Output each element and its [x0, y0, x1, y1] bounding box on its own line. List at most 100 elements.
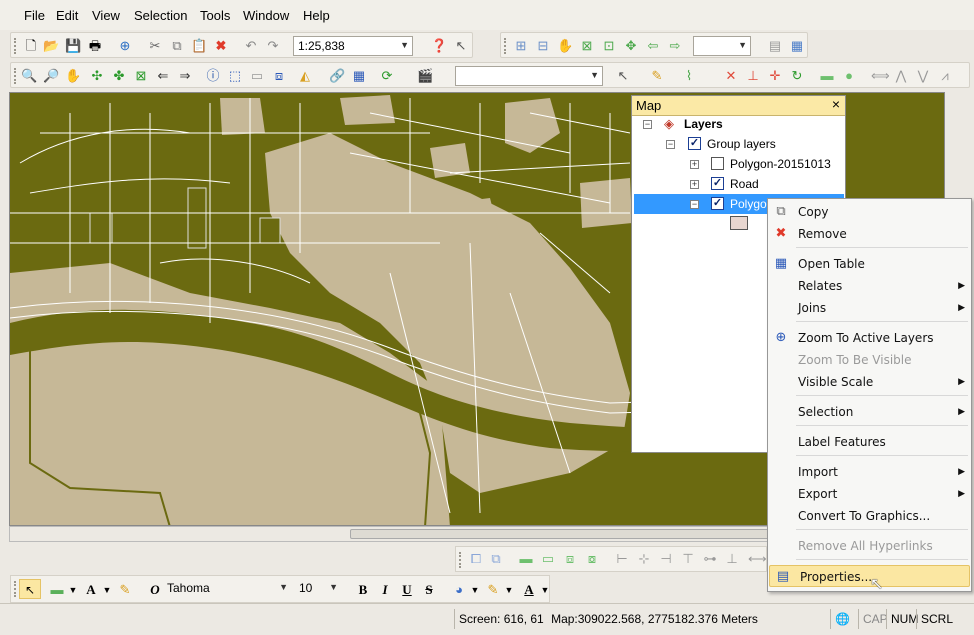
strikethrough-button[interactable]: S	[421, 582, 437, 598]
clear-selection-icon[interactable]: ▭	[249, 68, 265, 84]
chevron-down-icon[interactable]: ▼	[467, 582, 483, 598]
chevron-down-icon[interactable]: ▼	[65, 582, 81, 598]
toolbar-grip[interactable]	[459, 552, 462, 568]
menu-tools[interactable]: Tools	[200, 8, 230, 23]
edit-tool-icon[interactable]: ↖	[615, 68, 631, 84]
text-tool-icon[interactable]: A	[83, 582, 99, 598]
close-icon[interactable]: ×	[832, 96, 840, 112]
toolbar-grip[interactable]	[504, 38, 507, 54]
collapse-icon[interactable]: −	[666, 140, 675, 149]
flip-icon[interactable]: ⟺	[871, 68, 890, 84]
pan-icon[interactable]: ✋	[65, 68, 81, 84]
rotate-icon[interactable]: ↻	[789, 68, 805, 84]
grid-icon[interactable]: ▦	[351, 68, 367, 84]
layer-visibility-checkbox[interactable]: ✓	[711, 197, 724, 210]
legend-swatch[interactable]	[730, 216, 748, 230]
toolbar-grip[interactable]	[14, 581, 17, 597]
menu-item-label-features[interactable]: Label Features	[768, 431, 971, 453]
font-name-combo[interactable]: Tahoma ▼	[163, 579, 291, 599]
new-text-icon[interactable]: ✎	[117, 582, 133, 598]
menu-item-convert-to-graphics[interactable]: Convert To Graphics...	[768, 505, 971, 527]
collapse-icon[interactable]: −	[690, 200, 699, 209]
full-extent-icon[interactable]: ⊠	[579, 38, 595, 54]
italic-button[interactable]: I	[377, 582, 393, 598]
print-icon[interactable]: 🖶	[87, 38, 103, 54]
cut-icon[interactable]: ✂	[147, 38, 163, 54]
menu-view[interactable]: View	[92, 8, 120, 23]
menu-item-copy[interactable]: ⧉ Copy	[768, 201, 971, 223]
union-icon[interactable]: ⩘	[937, 68, 953, 84]
save-icon[interactable]: 💾	[65, 38, 81, 54]
bring-front-icon[interactable]: ▬	[518, 551, 534, 567]
whats-this-icon[interactable]: ↖	[453, 38, 469, 54]
send-back-icon[interactable]: ▭	[540, 551, 556, 567]
copy-toolbar-icon[interactable]: ⧉	[169, 38, 185, 54]
fixed-zoom-in-icon[interactable]: ⊞	[513, 38, 529, 54]
tree-node-layers[interactable]: − ◈ Layers	[640, 115, 840, 133]
align-center-icon[interactable]: ⊹	[636, 551, 652, 567]
identify-icon[interactable]: ⓘ	[205, 68, 221, 84]
help-icon[interactable]: ❓	[431, 38, 447, 54]
select-elements-icon[interactable]: ↖	[19, 579, 41, 599]
align-bottom-icon[interactable]: ⊥	[724, 551, 740, 567]
distribute-icon[interactable]: ⟷	[748, 551, 767, 567]
group-layers-checkbox[interactable]: ✓	[688, 137, 701, 150]
menu-item-selection[interactable]: Selection ▶	[768, 401, 971, 423]
toolbar-grip[interactable]	[14, 38, 17, 54]
merge-icon[interactable]: ⋁	[915, 68, 931, 84]
menu-item-export[interactable]: Export ▶	[768, 483, 971, 505]
menu-window[interactable]: Window	[243, 8, 289, 23]
zoom-combo[interactable]: ▼	[693, 36, 751, 56]
perpendicular-icon[interactable]: ⊥	[745, 68, 761, 84]
zoom-to-layer-icon[interactable]: ⊡	[601, 38, 617, 54]
pan-arrows-icon[interactable]: ✥	[623, 38, 639, 54]
menu-item-import[interactable]: Import ▶	[768, 461, 971, 483]
layout-icon[interactable]: ▤	[767, 38, 783, 54]
group-icon[interactable]: ⧠	[468, 551, 484, 567]
layer-visibility-checkbox[interactable]: ✓	[711, 177, 724, 190]
paste-icon[interactable]: 📋	[191, 38, 207, 54]
menu-selection[interactable]: Selection	[134, 8, 187, 23]
find-icon[interactable]: ⧈	[271, 68, 287, 84]
measure-icon[interactable]: ◭	[297, 68, 313, 84]
circle-shape-icon[interactable]: ●	[841, 68, 857, 84]
menu-item-open-table[interactable]: ▦ Open Table	[768, 253, 971, 275]
zoom-out-icon[interactable]: 🔎	[43, 68, 59, 84]
align-right-icon[interactable]: ⊣	[658, 551, 674, 567]
menu-help[interactable]: Help	[303, 8, 330, 23]
hyperlink-icon[interactable]: 🔗	[329, 68, 345, 84]
fill-color-icon[interactable]: ◕	[451, 582, 467, 598]
editor-icon[interactable]: 🎬	[417, 68, 433, 84]
menu-item-zoom-to-active-layers[interactable]: ⊕ Zoom To Active Layers	[768, 327, 971, 349]
vertex-icon[interactable]: ⋀	[893, 68, 909, 84]
send-backward-icon[interactable]: ⧇	[584, 551, 600, 567]
fixed-zoom-out-arrows-icon[interactable]: ✤	[111, 68, 127, 84]
rectangle-tool-icon[interactable]: ▬	[49, 582, 65, 598]
expand-icon[interactable]: +	[690, 160, 699, 169]
menu-item-visible-scale[interactable]: Visible Scale ▶	[768, 371, 971, 393]
delete-icon[interactable]: ✖	[213, 38, 229, 54]
font-size-combo[interactable]: 10 ▼	[295, 579, 341, 599]
menu-item-relates[interactable]: Relates ▶	[768, 275, 971, 297]
go-back-icon[interactable]: ⇐	[155, 68, 171, 84]
font-color-icon[interactable]: A	[521, 582, 537, 598]
intersect-icon[interactable]: ✛	[767, 68, 783, 84]
line-color-icon[interactable]: ✎	[485, 582, 501, 598]
sketch-pencil-icon[interactable]: ✎	[649, 68, 665, 84]
menu-item-remove[interactable]: ✖ Remove	[768, 223, 971, 245]
redo-icon[interactable]: ↷	[265, 38, 281, 54]
scrollbar-thumb[interactable]	[350, 529, 830, 539]
undo-icon[interactable]: ↶	[243, 38, 259, 54]
add-data-icon[interactable]: ⊕	[117, 38, 133, 54]
polygon-shape-icon[interactable]: ▬	[819, 68, 835, 84]
menu-file[interactable]: File	[24, 8, 45, 23]
refresh-icon[interactable]: ⟳	[379, 68, 395, 84]
underline-button[interactable]: U	[399, 582, 415, 598]
back-extent-icon[interactable]: ⇦	[645, 38, 661, 54]
tree-node-polygon-20151013[interactable]: + Polygon-20151013	[640, 155, 840, 173]
menu-item-joins[interactable]: Joins ▶	[768, 297, 971, 319]
select-features-icon[interactable]: ⬚	[227, 68, 243, 84]
open-folder-icon[interactable]: 📂	[43, 38, 59, 54]
pan-hand-icon[interactable]: ✋	[557, 38, 573, 54]
toolbar-grip[interactable]	[14, 68, 17, 84]
